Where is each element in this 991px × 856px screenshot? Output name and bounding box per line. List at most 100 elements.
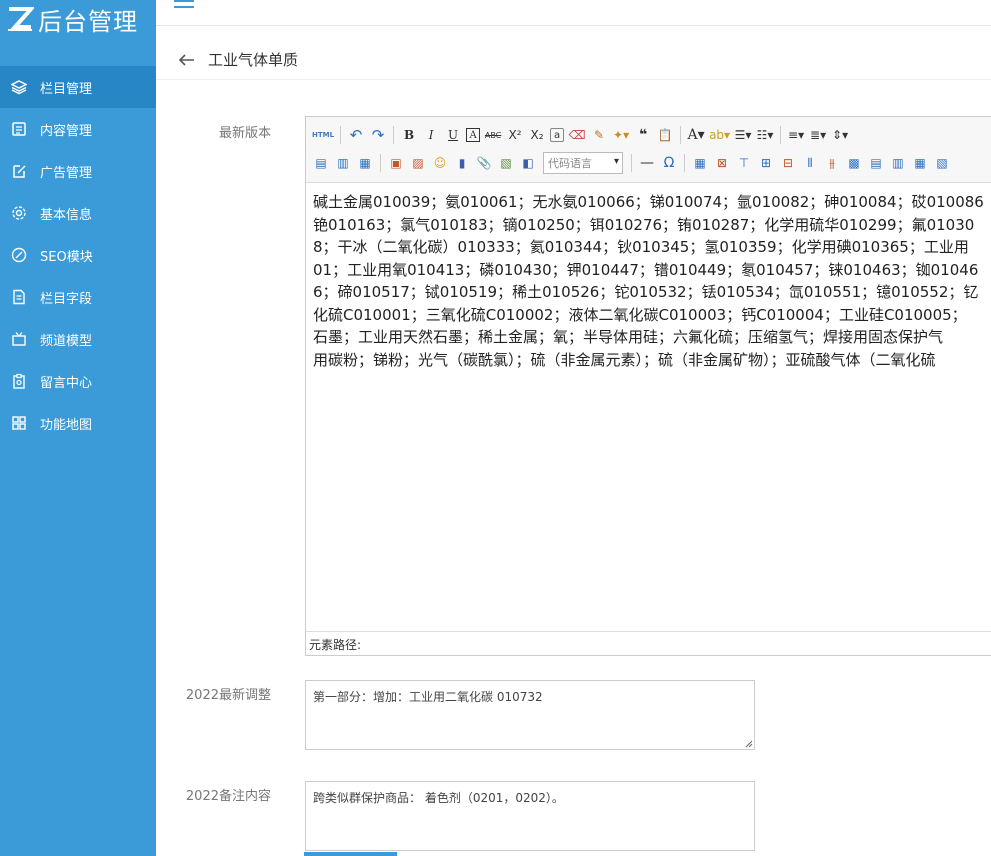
multi-image-icon[interactable]: ▨ <box>409 153 427 173</box>
horizontal-rule-icon[interactable]: — <box>638 153 656 173</box>
merge-right-icon[interactable]: ▤ <box>867 153 885 173</box>
note-textarea[interactable]: 跨类似群保护商品： 着色剂（0201，0202）。 <box>305 781 755 851</box>
insert-code-icon[interactable]: ◧ <box>519 153 537 173</box>
emoji-icon[interactable]: ☺ <box>431 153 449 173</box>
resize-handle-icon[interactable] <box>745 740 753 748</box>
sidebar: 后台管理 栏目管理 内容管理 广告管理 基本信息 SEO模块 栏目字段 频道模型… <box>0 0 156 856</box>
video-icon[interactable]: ▮ <box>453 153 471 173</box>
split-cells-icon[interactable]: ▦ <box>911 153 929 173</box>
attachment-icon[interactable]: 📎 <box>475 153 493 173</box>
eraser-icon[interactable]: ⌫ <box>568 125 586 145</box>
back-arrow-icon[interactable] <box>178 53 196 67</box>
font-border-button[interactable]: A <box>466 128 481 142</box>
magic-wand-icon[interactable]: ✦▾ <box>612 125 630 145</box>
grid-icon <box>10 414 28 432</box>
editor-text-line: 化硫C010001；三氧化硫C010002；液体二氧化碳C010003；钙C01… <box>313 305 967 324</box>
sidebar-item-column-management[interactable]: 栏目管理 <box>0 66 156 108</box>
underline-button[interactable]: U <box>444 125 462 145</box>
adjust-value: 第一部分：增加：工业用二氧化碳 010732 <box>313 690 543 704</box>
highlight-color-button[interactable]: ab▾ <box>709 125 730 145</box>
delete-column-icon[interactable]: ⫵ <box>823 153 841 173</box>
editor-text-line: 8；干冰（二氧化碳）010333；氦010344；钬010345；氢010359… <box>313 238 969 256</box>
editor-text-line: 石墨；工业用天然石墨；稀土金属；氧；半导体用硅；六氟化硫；压缩氢气；焊接用固态保… <box>313 328 944 346</box>
html-source-button[interactable]: HTML <box>312 125 334 145</box>
note-label: 2022备注内容 <box>185 789 271 804</box>
special-char-icon[interactable]: Ω <box>660 153 678 173</box>
image-gallery-icon[interactable]: ▧ <box>497 153 515 173</box>
merge-cells-icon[interactable]: ▩ <box>845 153 863 173</box>
align-center-icon[interactable]: ▥ <box>334 153 352 173</box>
menu-toggle-icon[interactable] <box>174 0 196 12</box>
merge-down-icon[interactable]: ▥ <box>889 153 907 173</box>
strikethrough-button[interactable]: ABC <box>484 125 502 145</box>
delete-table-icon[interactable]: ⊠ <box>713 153 731 173</box>
editor-content[interactable]: 碱土金属010039；氨010061；无水氨010066；锑010074；氩01… <box>306 183 991 631</box>
top-bar <box>156 0 991 26</box>
delete-row-icon[interactable]: ⊟ <box>779 153 797 173</box>
adjust-label: 2022最新调整 <box>185 688 271 703</box>
superscript-button[interactable]: X² <box>506 125 524 145</box>
format-brush-icon[interactable]: ✎ <box>590 125 608 145</box>
row-spacing-bottom-button[interactable]: ≣▾ <box>809 125 827 145</box>
redo-icon[interactable]: ↷ <box>369 125 387 145</box>
element-path-label: 元素路径: <box>309 638 362 652</box>
bold-button[interactable]: B <box>400 125 418 145</box>
page-title: 工业气体单质 <box>208 51 299 69</box>
unordered-list-button[interactable]: ☷▾ <box>756 125 774 145</box>
note-value: 跨类似群保护商品： 着色剂（0201，0202）。 <box>313 791 564 805</box>
split-rows-icon[interactable]: ▧ <box>933 153 951 173</box>
sidebar-item-seo-module[interactable]: SEO模块 <box>0 234 156 276</box>
sidebar-item-ad-management[interactable]: 广告管理 <box>0 150 156 192</box>
sidebar-item-basic-info[interactable]: 基本信息 <box>0 192 156 234</box>
editor-status-bar: 元素路径: <box>306 631 991 655</box>
sidebar-item-content-management[interactable]: 内容管理 <box>0 108 156 150</box>
align-left-icon[interactable]: ▤ <box>312 153 330 173</box>
file-text-icon <box>10 288 28 306</box>
line-height-button[interactable]: ⇕▾ <box>831 125 849 145</box>
toolbar-separator <box>340 126 342 144</box>
code-language-select[interactable]: 代码语言 <box>543 152 623 174</box>
sidebar-item-label: 广告管理 <box>40 165 93 181</box>
edit-box-icon <box>10 162 28 180</box>
clipboard-icon <box>10 372 28 390</box>
layers-icon <box>10 78 28 96</box>
subscript-button[interactable]: X₂ <box>528 125 546 145</box>
sidebar-item-feature-map[interactable]: 功能地图 <box>0 402 156 444</box>
blockquote-icon[interactable]: ❝ <box>634 125 652 145</box>
link-circle-icon <box>10 246 28 264</box>
ordered-list-button[interactable]: ☰▾ <box>734 125 752 145</box>
sidebar-item-label: 功能地图 <box>40 417 93 433</box>
toolbar-row-2: ▤ ▥ ▦ ▣ ▨ ☺ ▮ 📎 ▧ ◧ 代码语言 — Ω ▦ ⊠ ⊤ ⊞ <box>310 149 991 177</box>
auto-typeset-button[interactable]: a <box>550 128 565 142</box>
table-caption-icon[interactable]: ⊤ <box>735 153 753 173</box>
insert-image-icon[interactable]: ▣ <box>387 153 405 173</box>
insert-column-icon[interactable]: ⫴ <box>801 153 819 173</box>
editor-text-line: 用碳粉；锑粉；光气（碳酰氯）；硫（非金属元素）；硫（非金属矿物）；亚硫酸气体（二… <box>313 350 936 369</box>
sidebar-item-channel-model[interactable]: 频道模型 <box>0 318 156 360</box>
undo-icon[interactable]: ↶ <box>347 125 365 145</box>
paste-plain-icon[interactable]: 📋 <box>656 125 674 145</box>
toolbar-row-1: HTML ↶ ↷ B I U A ABC X² X₂ a ⌫ ✎ ✦▾ ❝ 📋 … <box>310 121 991 149</box>
sidebar-item-message-center[interactable]: 留言中心 <box>0 360 156 402</box>
logo[interactable]: 后台管理 <box>0 0 156 38</box>
row-spacing-top-button[interactable]: ≡▾ <box>787 125 805 145</box>
sidebar-item-label: 基本信息 <box>40 207 93 223</box>
insert-row-icon[interactable]: ⊞ <box>757 153 775 173</box>
bottom-tab-indicator <box>304 852 397 856</box>
italic-button[interactable]: I <box>422 125 440 145</box>
logo-text: 后台管理 <box>38 7 138 36</box>
sidebar-item-column-fields[interactable]: 栏目字段 <box>0 276 156 318</box>
rich-text-editor[interactable]: HTML ↶ ↷ B I U A ABC X² X₂ a ⌫ ✎ ✦▾ ❝ 📋 … <box>305 116 991 656</box>
main-content: 工业气体单质 最新版本 HTML ↶ ↷ B I U A ABC X² X₂ a… <box>156 26 991 856</box>
latest-version-label: 最新版本 <box>218 126 271 141</box>
page-header: 工业气体单质 <box>156 40 991 80</box>
sidebar-nav: 栏目管理 内容管理 广告管理 基本信息 SEO模块 栏目字段 频道模型 留言中心… <box>0 66 156 444</box>
adjust-textarea[interactable]: 第一部分：增加：工业用二氧化碳 010732 <box>305 680 755 750</box>
insert-table-icon[interactable]: ▦ <box>691 153 709 173</box>
logo-z-icon <box>8 7 34 31</box>
font-color-button[interactable]: A▾ <box>687 125 705 145</box>
align-justify-icon[interactable]: ▦ <box>356 153 374 173</box>
sidebar-item-label: 频道模型 <box>40 333 93 349</box>
gear-icon <box>10 204 28 222</box>
editor-text-line: 铯010163；氯气010183；镝010250；铒010276；铕010287… <box>313 215 975 234</box>
